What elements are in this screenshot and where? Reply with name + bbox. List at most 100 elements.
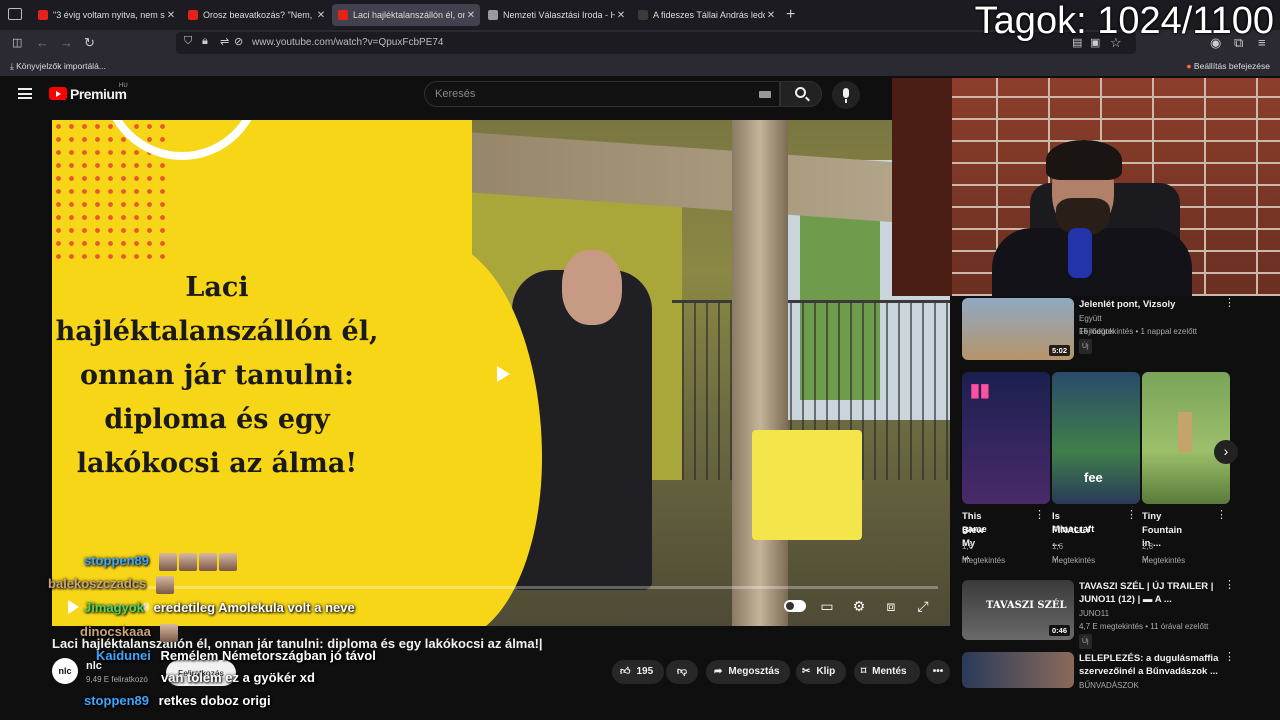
center-play-icon[interactable]	[489, 360, 517, 388]
close-icon[interactable]: ✕	[165, 10, 177, 21]
keyboard-icon[interactable]	[759, 91, 771, 98]
youtube-logo-icon[interactable]	[49, 87, 67, 100]
streamer-webcam	[892, 78, 1280, 296]
video-thumbnail[interactable]	[962, 652, 1074, 688]
settings-gear-icon[interactable]: ⚙	[850, 598, 868, 614]
short-thumbnail[interactable]	[1142, 372, 1230, 504]
search-button[interactable]	[780, 81, 822, 107]
tab-title: Orosz beavatkozás? "Nem, nem	[203, 10, 315, 20]
streamer-body	[992, 228, 1192, 296]
channel-avatar[interactable]: nlc	[52, 658, 78, 684]
short-views-label: megtekintés	[1052, 556, 1096, 565]
rec-title[interactable]: TAVASZI SZÉL | ÚJ TRAILER |	[1079, 580, 1229, 593]
chat-text: Remélem Németországban jó távol	[160, 648, 376, 663]
more-actions-button[interactable]: •••	[926, 660, 950, 684]
more-vertical-icon[interactable]: ⋮	[1216, 510, 1227, 525]
video-player[interactable]: Laci hajléktalanszállón él, onnan jár ta…	[52, 120, 950, 626]
youtube-brand[interactable]: Premium	[70, 86, 127, 102]
streamer-microphone	[1068, 228, 1092, 278]
fountain-icon	[1178, 412, 1192, 452]
video-thumbnail[interactable]: TAVASZI SZÉL 0:46	[962, 580, 1074, 640]
subscriber-count: 9,49 E feliratkozó	[86, 675, 148, 684]
back-arrow-icon[interactable]: ←	[36, 35, 49, 50]
scene-post	[732, 120, 788, 626]
autoplay-blocked-icon[interactable]: ⊘	[234, 35, 243, 48]
rec-title[interactable]: LELEPLEZÉS: a dugulásmaffia	[1079, 652, 1229, 665]
headline-line: hajléktalanszállón él,	[55, 316, 379, 347]
dislike-button[interactable]: 👎︎	[666, 660, 698, 684]
shield-icon[interactable]: ⛉	[184, 35, 192, 48]
close-icon[interactable]: ✕	[465, 10, 477, 21]
search-input[interactable]: Keresés	[424, 81, 780, 107]
emote-icon	[198, 553, 217, 571]
more-vertical-icon[interactable]: ⋮	[1034, 510, 1045, 525]
headline-line: lakókocsi az álma!	[76, 448, 358, 479]
rec-title[interactable]: Jelenlét pont, Vizsoly	[1079, 298, 1229, 311]
rec-title[interactable]: szervezőinél a Bűnvadászok ...	[1079, 665, 1229, 678]
bookmark-icon: ⌑	[861, 666, 867, 677]
short-thumbnail[interactable]: ▮▮	[962, 372, 1050, 504]
browser-tab[interactable]: Nemzeti Választási Iroda - Helyi ✕	[482, 4, 630, 26]
import-bookmarks-link[interactable]: ⤓ Könyvjelzők importálá...	[10, 61, 106, 72]
fullscreen-icon[interactable]: ⤢	[914, 598, 932, 614]
short-title[interactable]: Tiny	[1142, 510, 1161, 523]
more-vertical-icon[interactable]: ⋮	[1224, 298, 1235, 313]
miniplayer-icon[interactable]: ⧈	[882, 598, 900, 614]
sidebar-toggle-icon[interactable]: ◫	[12, 36, 22, 49]
autoplay-toggle[interactable]	[784, 600, 806, 612]
chat-message: Jimagyok eredetileg Amolekula volt a nev…	[84, 600, 355, 615]
play-button-icon[interactable]	[66, 598, 80, 616]
browser-tab-active[interactable]: Laci hajléktalanszállón él, onnan ✕	[332, 4, 480, 26]
more-vertical-icon[interactable]: ⋮	[1224, 580, 1235, 595]
rec-channel[interactable]: JUNO11	[1079, 607, 1109, 620]
tab-overview-icon[interactable]	[8, 8, 22, 20]
browser-tab[interactable]: "3 évig voltam nyitva, nem szeretn ✕	[32, 4, 180, 26]
voice-search-button[interactable]	[832, 81, 860, 109]
search-icon	[795, 87, 806, 98]
chevron-right-icon[interactable]: ›	[1214, 440, 1238, 464]
chat-message: van tőlem ez a gyökér xd	[161, 670, 315, 685]
rec-channel[interactable]: BŰNVADÁSZOK	[1079, 679, 1139, 692]
tab-title: A fideszes Tállai András ledobta	[653, 10, 765, 20]
hamburger-menu-icon[interactable]	[18, 88, 32, 99]
tab-title: "3 évig voltam nyitva, nem szeretn	[53, 10, 165, 20]
lock-icon[interactable]: 🔒︎	[202, 35, 208, 48]
save-button[interactable]: ⌑ Mentés	[854, 660, 920, 684]
video-thumbnail[interactable]: 5:02	[962, 298, 1074, 360]
share-button[interactable]: ➦ Megosztás	[706, 660, 790, 684]
microphone-icon	[843, 88, 849, 103]
chat-username: stoppen89	[84, 693, 150, 708]
like-count: 195	[636, 666, 654, 677]
new-tab-plus-icon[interactable]: +	[786, 6, 795, 24]
like-button[interactable]: 👍︎ 195	[612, 660, 664, 684]
new-badge: Új	[1079, 339, 1092, 354]
close-icon[interactable]: ✕	[615, 10, 627, 21]
short-views-label: megtekintés	[1142, 556, 1186, 565]
finish-setup-link[interactable]: ● Beállítás befejezése	[1186, 61, 1270, 71]
duration-badge: 0:46	[1048, 625, 1070, 636]
more-vertical-icon[interactable]: ⋮	[1126, 510, 1137, 525]
close-icon[interactable]: ✕	[765, 10, 777, 21]
youtube-header: Premium HU Keresés	[0, 76, 892, 116]
emote-icon	[158, 553, 177, 571]
more-vertical-icon[interactable]: ⋮	[1224, 652, 1235, 667]
emote-icon	[155, 576, 174, 594]
browser-tab[interactable]: Orosz beavatkozás? "Nem, nem ✕	[182, 4, 330, 26]
permissions-icon[interactable]: ⇌	[220, 35, 229, 48]
youtube-favicon-icon	[188, 10, 198, 20]
chat-text: van tőlem ez a gyökér xd	[161, 670, 315, 685]
close-icon[interactable]: ✕	[315, 10, 327, 21]
forward-arrow-icon[interactable]: →	[60, 35, 73, 50]
short-thumbnail[interactable]: fee	[1052, 372, 1140, 504]
subtitles-icon[interactable]: ▭	[818, 598, 836, 614]
rec-title[interactable]: JUNO11 (12) | ▬ A ...	[1079, 593, 1229, 606]
rec-meta: 15 megtekintés • 1 nappal ezelőtt	[1079, 327, 1197, 336]
progress-bar[interactable]	[64, 586, 938, 589]
chat-username: stoppen89	[84, 553, 150, 569]
reload-icon[interactable]: ↻	[84, 35, 95, 51]
clip-button[interactable]: ✂ Klip	[796, 660, 846, 684]
browser-tab[interactable]: A fideszes Tállai András ledobta ✕	[632, 4, 780, 26]
chat-message: stoppen89	[84, 553, 239, 571]
chat-username: Jimagyok	[84, 600, 144, 615]
short-views-label: megtekintés	[962, 556, 1006, 565]
